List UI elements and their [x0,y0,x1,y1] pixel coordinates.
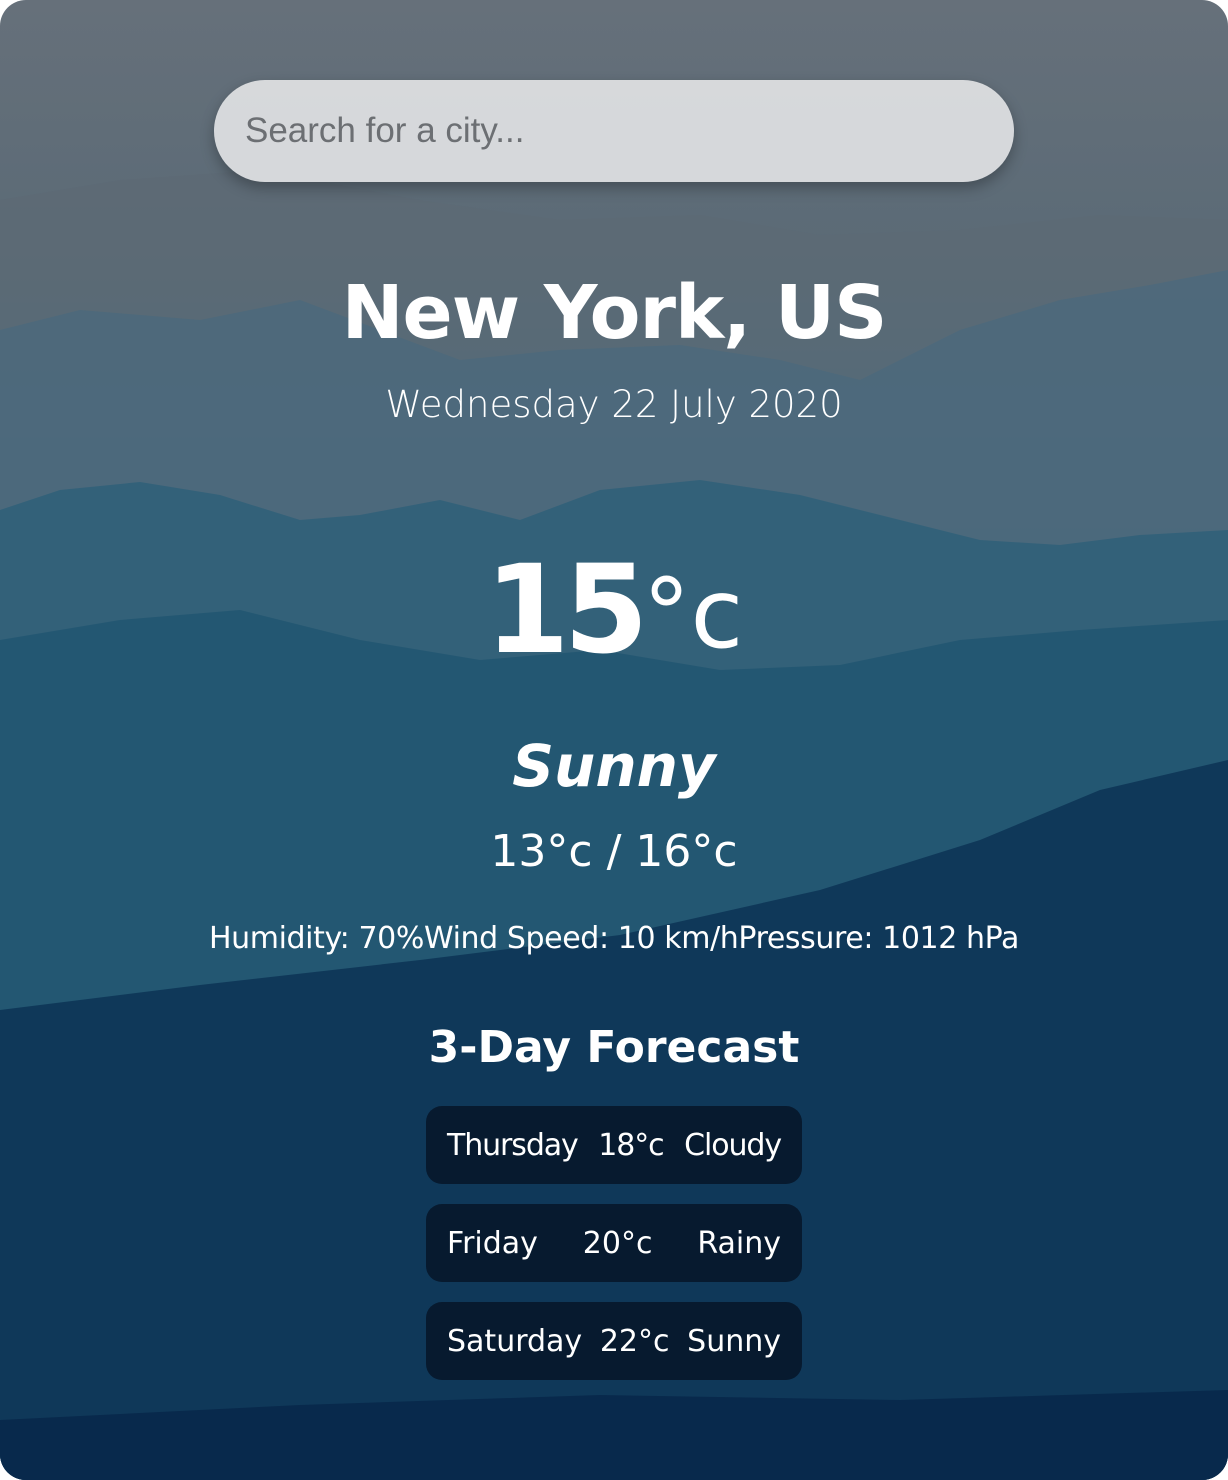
weather-app: New York, US Wednesday 22 July 2020 15°c… [0,0,1228,1480]
forecast-temp: 22°c [599,1323,670,1359]
current-temperature: 15°c [0,540,1228,680]
forecast-condition: Sunny [687,1323,781,1359]
forecast-condition: Cloudy [684,1127,782,1163]
forecast-day: Saturday [447,1323,583,1359]
forecast-item: Friday 20°c Rainy [426,1204,802,1282]
forecast-title: 3-Day Forecast [428,1022,800,1073]
forecast-item: Thursday 18°c Cloudy [426,1106,802,1184]
forecast-day: Thursday [447,1127,579,1163]
low-high-temperature: 13°c / 16°c [490,826,738,877]
weather-condition: Sunny [512,732,716,800]
weather-stats: Humidity: 70%Wind Speed: 10 km/hPressure… [0,918,1228,960]
humidity-stat: Humidity: 70% [209,921,424,956]
forecast-condition: Rainy [697,1225,781,1261]
city-name: New York, US [341,270,888,356]
current-date: Wednesday 22 July 2020 [385,383,843,426]
pressure-stat: Pressure: 1012 hPa [738,921,1019,956]
wind-speed-stat: Wind Speed: 10 km/h [423,921,739,956]
forecast-day: Friday [447,1225,538,1261]
search-bar [214,80,1014,182]
forecast-list: Thursday 18°c Cloudy Friday 20°c Rainy S… [426,1106,802,1400]
temperature-unit: °c [642,558,744,670]
temperature-value: 15 [484,539,649,681]
forecast-temp: 18°c [598,1127,664,1163]
forecast-item: Saturday 22°c Sunny [426,1302,802,1380]
forecast-temp: 20°c [582,1225,653,1261]
city-search-input[interactable] [214,80,1014,182]
